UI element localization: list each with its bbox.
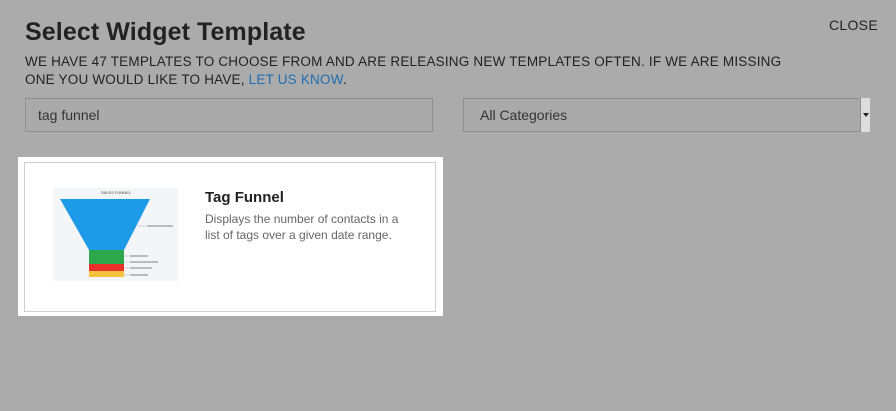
template-card-highlight: SALES FUNNEL Tag Funnel Displays the num… <box>18 157 443 316</box>
funnel-bottom-stage <box>89 271 124 277</box>
funnel-middle-stage <box>89 250 124 264</box>
category-select[interactable]: All Categories <box>463 98 870 132</box>
widget-template-dialog: Select Widget Template CLOSE WE HAVE 47 … <box>0 0 896 411</box>
close-button[interactable]: CLOSE <box>829 17 878 33</box>
intro-suffix: . <box>342 72 347 87</box>
thumbnail-label-placeholders <box>130 225 173 276</box>
search-input[interactable] <box>25 98 433 132</box>
funnel-top-stage <box>60 199 150 250</box>
intro-message: WE HAVE 47 TEMPLATES TO CHOOSE FROM AND … <box>25 54 782 87</box>
thumbnail-caption: SALES FUNNEL <box>101 190 132 195</box>
funnel-thumbnail: SALES FUNNEL <box>53 188 178 281</box>
intro-text: WE HAVE 47 TEMPLATES TO CHOOSE FROM AND … <box>25 53 815 89</box>
template-description: Displays the number of contacts in a lis… <box>205 212 399 242</box>
funnel-lower-stage <box>89 264 124 271</box>
page-title: Select Widget Template <box>25 18 306 46</box>
category-select-value: All Categories <box>480 107 568 123</box>
funnel-chart-icon: SALES FUNNEL <box>60 190 173 277</box>
chevron-down-icon[interactable] <box>860 98 870 132</box>
template-card-tag-funnel[interactable]: SALES FUNNEL Tag Funnel Displays the num… <box>24 162 436 312</box>
let-us-know-link[interactable]: LET US KNOW <box>249 72 343 87</box>
template-title: Tag Funnel <box>205 189 284 206</box>
